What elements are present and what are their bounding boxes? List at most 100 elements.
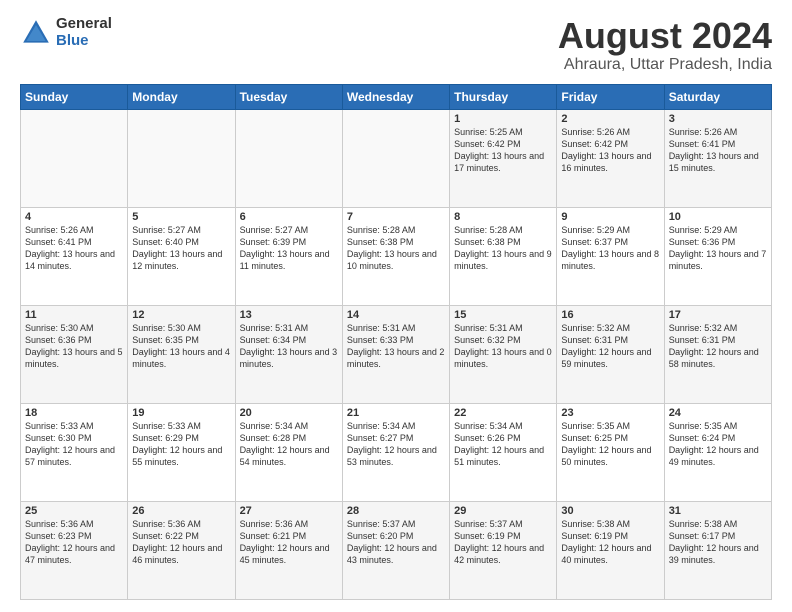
day-content: Sunrise: 5:26 AM Sunset: 6:41 PM Dayligh… [669,126,767,175]
day-content: Sunrise: 5:29 AM Sunset: 6:36 PM Dayligh… [669,224,767,273]
title-block: August 2024 Ahraura, Uttar Pradesh, Indi… [558,16,772,74]
calendar-day-7: 7Sunrise: 5:28 AM Sunset: 6:38 PM Daylig… [342,207,449,305]
day-number: 5 [132,211,230,223]
day-number: 10 [669,211,767,223]
calendar-day-22: 22Sunrise: 5:34 AM Sunset: 6:26 PM Dayli… [450,403,557,501]
calendar-day-5: 5Sunrise: 5:27 AM Sunset: 6:40 PM Daylig… [128,207,235,305]
calendar-day-empty [235,109,342,207]
calendar-week-1: 1Sunrise: 5:25 AM Sunset: 6:42 PM Daylig… [21,109,772,207]
day-content: Sunrise: 5:38 AM Sunset: 6:19 PM Dayligh… [561,518,659,567]
day-content: Sunrise: 5:34 AM Sunset: 6:28 PM Dayligh… [240,420,338,469]
day-number: 19 [132,407,230,419]
day-number: 7 [347,211,445,223]
calendar-day-11: 11Sunrise: 5:30 AM Sunset: 6:36 PM Dayli… [21,305,128,403]
calendar-week-5: 25Sunrise: 5:36 AM Sunset: 6:23 PM Dayli… [21,501,772,599]
day-content: Sunrise: 5:26 AM Sunset: 6:41 PM Dayligh… [25,224,123,273]
day-content: Sunrise: 5:31 AM Sunset: 6:33 PM Dayligh… [347,322,445,371]
logo: General Blue [20,16,112,49]
day-content: Sunrise: 5:26 AM Sunset: 6:42 PM Dayligh… [561,126,659,175]
day-content: Sunrise: 5:34 AM Sunset: 6:27 PM Dayligh… [347,420,445,469]
calendar-day-10: 10Sunrise: 5:29 AM Sunset: 6:36 PM Dayli… [664,207,771,305]
day-content: Sunrise: 5:35 AM Sunset: 6:24 PM Dayligh… [669,420,767,469]
day-number: 15 [454,309,552,321]
day-number: 12 [132,309,230,321]
calendar-day-empty [128,109,235,207]
calendar-day-12: 12Sunrise: 5:30 AM Sunset: 6:35 PM Dayli… [128,305,235,403]
calendar-day-25: 25Sunrise: 5:36 AM Sunset: 6:23 PM Dayli… [21,501,128,599]
day-content: Sunrise: 5:38 AM Sunset: 6:17 PM Dayligh… [669,518,767,567]
logo-text: General Blue [56,16,112,49]
day-content: Sunrise: 5:31 AM Sunset: 6:34 PM Dayligh… [240,322,338,371]
day-number: 31 [669,505,767,517]
day-header-wednesday: Wednesday [342,84,449,109]
day-header-saturday: Saturday [664,84,771,109]
calendar-day-17: 17Sunrise: 5:32 AM Sunset: 6:31 PM Dayli… [664,305,771,403]
day-number: 1 [454,113,552,125]
calendar-day-28: 28Sunrise: 5:37 AM Sunset: 6:20 PM Dayli… [342,501,449,599]
day-content: Sunrise: 5:30 AM Sunset: 6:36 PM Dayligh… [25,322,123,371]
calendar-day-6: 6Sunrise: 5:27 AM Sunset: 6:39 PM Daylig… [235,207,342,305]
day-number: 13 [240,309,338,321]
calendar-day-26: 26Sunrise: 5:36 AM Sunset: 6:22 PM Dayli… [128,501,235,599]
calendar-day-empty [21,109,128,207]
calendar-day-18: 18Sunrise: 5:33 AM Sunset: 6:30 PM Dayli… [21,403,128,501]
day-content: Sunrise: 5:32 AM Sunset: 6:31 PM Dayligh… [561,322,659,371]
day-content: Sunrise: 5:32 AM Sunset: 6:31 PM Dayligh… [669,322,767,371]
calendar-day-1: 1Sunrise: 5:25 AM Sunset: 6:42 PM Daylig… [450,109,557,207]
logo-general: General [56,16,112,33]
day-number: 18 [25,407,123,419]
calendar-week-4: 18Sunrise: 5:33 AM Sunset: 6:30 PM Dayli… [21,403,772,501]
day-number: 22 [454,407,552,419]
day-number: 27 [240,505,338,517]
calendar-day-29: 29Sunrise: 5:37 AM Sunset: 6:19 PM Dayli… [450,501,557,599]
day-content: Sunrise: 5:33 AM Sunset: 6:30 PM Dayligh… [25,420,123,469]
page: General Blue August 2024 Ahraura, Uttar … [0,0,792,612]
day-content: Sunrise: 5:36 AM Sunset: 6:22 PM Dayligh… [132,518,230,567]
day-content: Sunrise: 5:31 AM Sunset: 6:32 PM Dayligh… [454,322,552,371]
day-content: Sunrise: 5:28 AM Sunset: 6:38 PM Dayligh… [347,224,445,273]
subtitle: Ahraura, Uttar Pradesh, India [558,56,772,74]
calendar-day-21: 21Sunrise: 5:34 AM Sunset: 6:27 PM Dayli… [342,403,449,501]
day-number: 21 [347,407,445,419]
day-header-thursday: Thursday [450,84,557,109]
day-header-monday: Monday [128,84,235,109]
day-content: Sunrise: 5:27 AM Sunset: 6:40 PM Dayligh… [132,224,230,273]
calendar-week-3: 11Sunrise: 5:30 AM Sunset: 6:36 PM Dayli… [21,305,772,403]
day-content: Sunrise: 5:27 AM Sunset: 6:39 PM Dayligh… [240,224,338,273]
day-content: Sunrise: 5:28 AM Sunset: 6:38 PM Dayligh… [454,224,552,273]
calendar-day-20: 20Sunrise: 5:34 AM Sunset: 6:28 PM Dayli… [235,403,342,501]
day-number: 14 [347,309,445,321]
day-number: 26 [132,505,230,517]
day-content: Sunrise: 5:36 AM Sunset: 6:21 PM Dayligh… [240,518,338,567]
calendar-day-19: 19Sunrise: 5:33 AM Sunset: 6:29 PM Dayli… [128,403,235,501]
calendar-day-13: 13Sunrise: 5:31 AM Sunset: 6:34 PM Dayli… [235,305,342,403]
calendar-day-15: 15Sunrise: 5:31 AM Sunset: 6:32 PM Dayli… [450,305,557,403]
day-number: 29 [454,505,552,517]
day-number: 23 [561,407,659,419]
day-content: Sunrise: 5:37 AM Sunset: 6:19 PM Dayligh… [454,518,552,567]
day-number: 25 [25,505,123,517]
day-number: 28 [347,505,445,517]
day-number: 8 [454,211,552,223]
day-content: Sunrise: 5:25 AM Sunset: 6:42 PM Dayligh… [454,126,552,175]
day-number: 6 [240,211,338,223]
day-content: Sunrise: 5:36 AM Sunset: 6:23 PM Dayligh… [25,518,123,567]
day-content: Sunrise: 5:35 AM Sunset: 6:25 PM Dayligh… [561,420,659,469]
day-number: 30 [561,505,659,517]
calendar-day-3: 3Sunrise: 5:26 AM Sunset: 6:41 PM Daylig… [664,109,771,207]
calendar-day-4: 4Sunrise: 5:26 AM Sunset: 6:41 PM Daylig… [21,207,128,305]
calendar-day-24: 24Sunrise: 5:35 AM Sunset: 6:24 PM Dayli… [664,403,771,501]
day-content: Sunrise: 5:33 AM Sunset: 6:29 PM Dayligh… [132,420,230,469]
calendar-day-16: 16Sunrise: 5:32 AM Sunset: 6:31 PM Dayli… [557,305,664,403]
logo-blue: Blue [56,33,112,50]
calendar-day-14: 14Sunrise: 5:31 AM Sunset: 6:33 PM Dayli… [342,305,449,403]
calendar-day-2: 2Sunrise: 5:26 AM Sunset: 6:42 PM Daylig… [557,109,664,207]
day-content: Sunrise: 5:34 AM Sunset: 6:26 PM Dayligh… [454,420,552,469]
calendar-day-empty [342,109,449,207]
day-content: Sunrise: 5:37 AM Sunset: 6:20 PM Dayligh… [347,518,445,567]
calendar-day-8: 8Sunrise: 5:28 AM Sunset: 6:38 PM Daylig… [450,207,557,305]
day-header-sunday: Sunday [21,84,128,109]
day-number: 4 [25,211,123,223]
day-content: Sunrise: 5:30 AM Sunset: 6:35 PM Dayligh… [132,322,230,371]
header: General Blue August 2024 Ahraura, Uttar … [20,16,772,74]
